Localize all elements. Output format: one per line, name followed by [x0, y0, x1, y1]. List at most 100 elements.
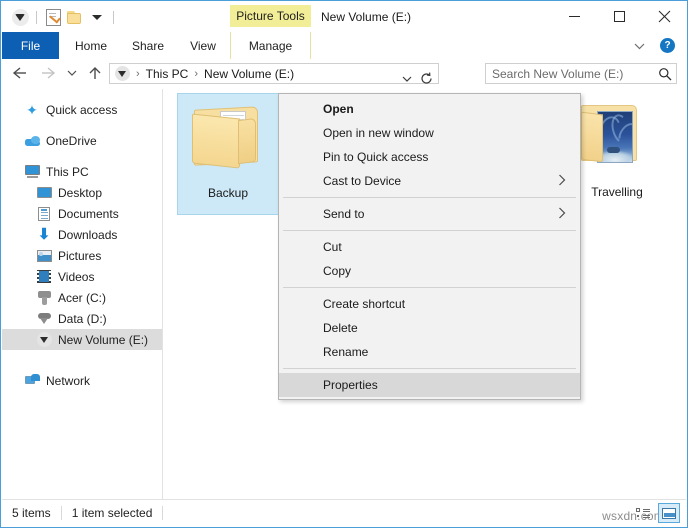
breadcrumb-separator-1: ›	[190, 68, 202, 80]
search-placeholder: Search New Volume (E:)	[486, 67, 654, 81]
pictures-icon	[36, 248, 52, 264]
context-menu-item-label: Properties	[323, 378, 378, 392]
breadcrumb-new-volume[interactable]: New Volume (E:)	[202, 67, 296, 81]
sidebar-item-this-pc[interactable]: This PC	[2, 161, 162, 182]
context-menu-item-label: Open	[323, 102, 354, 116]
selection-info-text: 1 item selected	[62, 506, 163, 520]
sidebar-item-onedrive[interactable]: OneDrive	[2, 130, 162, 151]
help-icon[interactable]: ?	[660, 38, 675, 53]
search-icon[interactable]	[654, 67, 676, 81]
recent-locations-icon[interactable]	[63, 59, 81, 87]
sidebar-item-acer-c[interactable]: Acer (C:)	[2, 287, 162, 308]
search-input[interactable]: Search New Volume (E:)	[485, 63, 677, 84]
sidebar-item-documents[interactable]: Documents	[2, 203, 162, 224]
context-menu-item-label: Create shortcut	[323, 297, 405, 311]
network-icon	[24, 373, 40, 389]
properties-icon[interactable]	[42, 6, 64, 28]
minimize-button[interactable]	[552, 1, 597, 32]
context-menu-item-properties[interactable]: Properties	[279, 373, 580, 397]
star-icon: ✦	[24, 102, 40, 118]
context-menu-separator	[283, 230, 576, 231]
details-view-icon[interactable]	[632, 503, 654, 523]
tab-view[interactable]: View	[177, 32, 229, 59]
list-item[interactable]: Travelling	[566, 93, 668, 215]
title-bar: Picture Tools New Volume (E:)	[1, 1, 687, 32]
tab-manage[interactable]: Manage	[230, 32, 311, 59]
context-menu-item-create-shortcut[interactable]: Create shortcut	[279, 292, 580, 316]
videos-icon	[36, 269, 52, 285]
context-menu-item-label: Cast to Device	[323, 174, 401, 188]
context-menu-item-cut[interactable]: Cut	[279, 235, 580, 259]
sidebar-item-label: Data (D:)	[58, 312, 107, 326]
sidebar-item-network[interactable]: Network	[2, 370, 162, 391]
sidebar-item-label: Network	[46, 374, 90, 388]
sidebar-item-label: Pictures	[58, 249, 101, 263]
quick-access-toolbar	[9, 5, 119, 29]
context-menu-item-send-to[interactable]: Send to	[279, 202, 580, 226]
harddisk-icon	[36, 290, 52, 306]
list-item[interactable]: Backup	[177, 93, 279, 215]
contextual-tab-group-label: Picture Tools	[230, 5, 311, 27]
large-icons-view-icon[interactable]	[658, 503, 680, 523]
qat-divider-2	[113, 11, 114, 24]
sidebar-item-videos[interactable]: Videos	[2, 266, 162, 287]
context-menu-item-open-in-new-window[interactable]: Open in new window	[279, 121, 580, 145]
context-menu-separator	[283, 287, 576, 288]
sidebar-item-pictures[interactable]: Pictures	[2, 245, 162, 266]
folder-with-photo-icon	[579, 101, 655, 173]
context-menu-item-label: Copy	[323, 264, 351, 278]
volume-menu-icon[interactable]	[9, 6, 31, 28]
context-menu-separator	[283, 197, 576, 198]
sidebar-item-label: Documents	[58, 207, 119, 221]
status-bar: 5 items 1 item selected wsxdn.com	[2, 499, 686, 526]
context-menu-item-label: Cut	[323, 240, 342, 254]
close-icon[interactable]	[642, 1, 687, 32]
context-menu: Open Open in new window Pin to Quick acc…	[278, 93, 581, 400]
context-menu-item-cast-to-device[interactable]: Cast to Device	[279, 169, 580, 193]
sidebar-item-label: OneDrive	[46, 134, 97, 148]
tab-file[interactable]: File	[2, 32, 59, 59]
folder-with-documents-icon	[190, 102, 266, 174]
desktop-icon	[36, 185, 52, 201]
explorer-body: ✦ Quick access OneDrive This PC Desktop …	[2, 89, 686, 500]
breadcrumb-this-pc[interactable]: This PC	[144, 67, 191, 81]
up-button[interactable]	[83, 59, 107, 87]
sidebar-item-downloads[interactable]: ⬇ Downloads	[2, 224, 162, 245]
forward-button[interactable]	[35, 59, 61, 87]
sidebar-item-label: This PC	[46, 165, 89, 179]
tab-home[interactable]: Home	[61, 32, 121, 59]
status-bar-left: 5 items 1 item selected	[2, 500, 163, 526]
sidebar-item-data-d[interactable]: Data (D:)	[2, 308, 162, 329]
back-button[interactable]	[7, 59, 33, 87]
context-menu-item-label: Rename	[323, 345, 368, 359]
context-menu-item-open[interactable]: Open	[279, 97, 580, 121]
status-divider-2	[162, 506, 163, 520]
documents-icon	[36, 206, 52, 222]
window-title: New Volume (E:)	[321, 1, 411, 32]
new-folder-icon[interactable]	[64, 6, 86, 28]
address-bar[interactable]: › This PC › New Volume (E:)	[109, 63, 439, 84]
address-dropdown-icon[interactable]	[398, 69, 416, 88]
context-menu-item-pin-to-quick-access[interactable]: Pin to Quick access	[279, 145, 580, 169]
refresh-icon[interactable]	[416, 69, 436, 88]
context-menu-item-rename[interactable]: Rename	[279, 340, 580, 364]
file-list-pane[interactable]: Backup Travelling	[163, 89, 686, 500]
chevron-right-icon	[558, 174, 566, 188]
view-mode-buttons	[632, 503, 680, 523]
caption-buttons	[552, 1, 687, 32]
sidebar-item-new-volume-e[interactable]: New Volume (E:)	[2, 329, 162, 350]
context-menu-item-delete[interactable]: Delete	[279, 316, 580, 340]
sidebar-item-quick-access[interactable]: ✦ Quick access	[2, 99, 162, 120]
sidebar-item-label: Videos	[58, 270, 94, 284]
context-menu-item-copy[interactable]: Copy	[279, 259, 580, 283]
customize-qat-caret-icon[interactable]	[86, 6, 108, 28]
volume-icon	[36, 332, 52, 348]
list-item-label: Backup	[178, 186, 278, 200]
sidebar-item-desktop[interactable]: Desktop	[2, 182, 162, 203]
ribbon-tab-strip: File Home Share View Manage ?	[1, 32, 687, 60]
maximize-button[interactable]	[597, 1, 642, 32]
context-menu-item-label: Pin to Quick access	[323, 150, 428, 164]
chevron-down-icon[interactable]	[631, 38, 647, 54]
tab-share[interactable]: Share	[119, 32, 177, 59]
sidebar-item-label: Quick access	[46, 103, 117, 117]
